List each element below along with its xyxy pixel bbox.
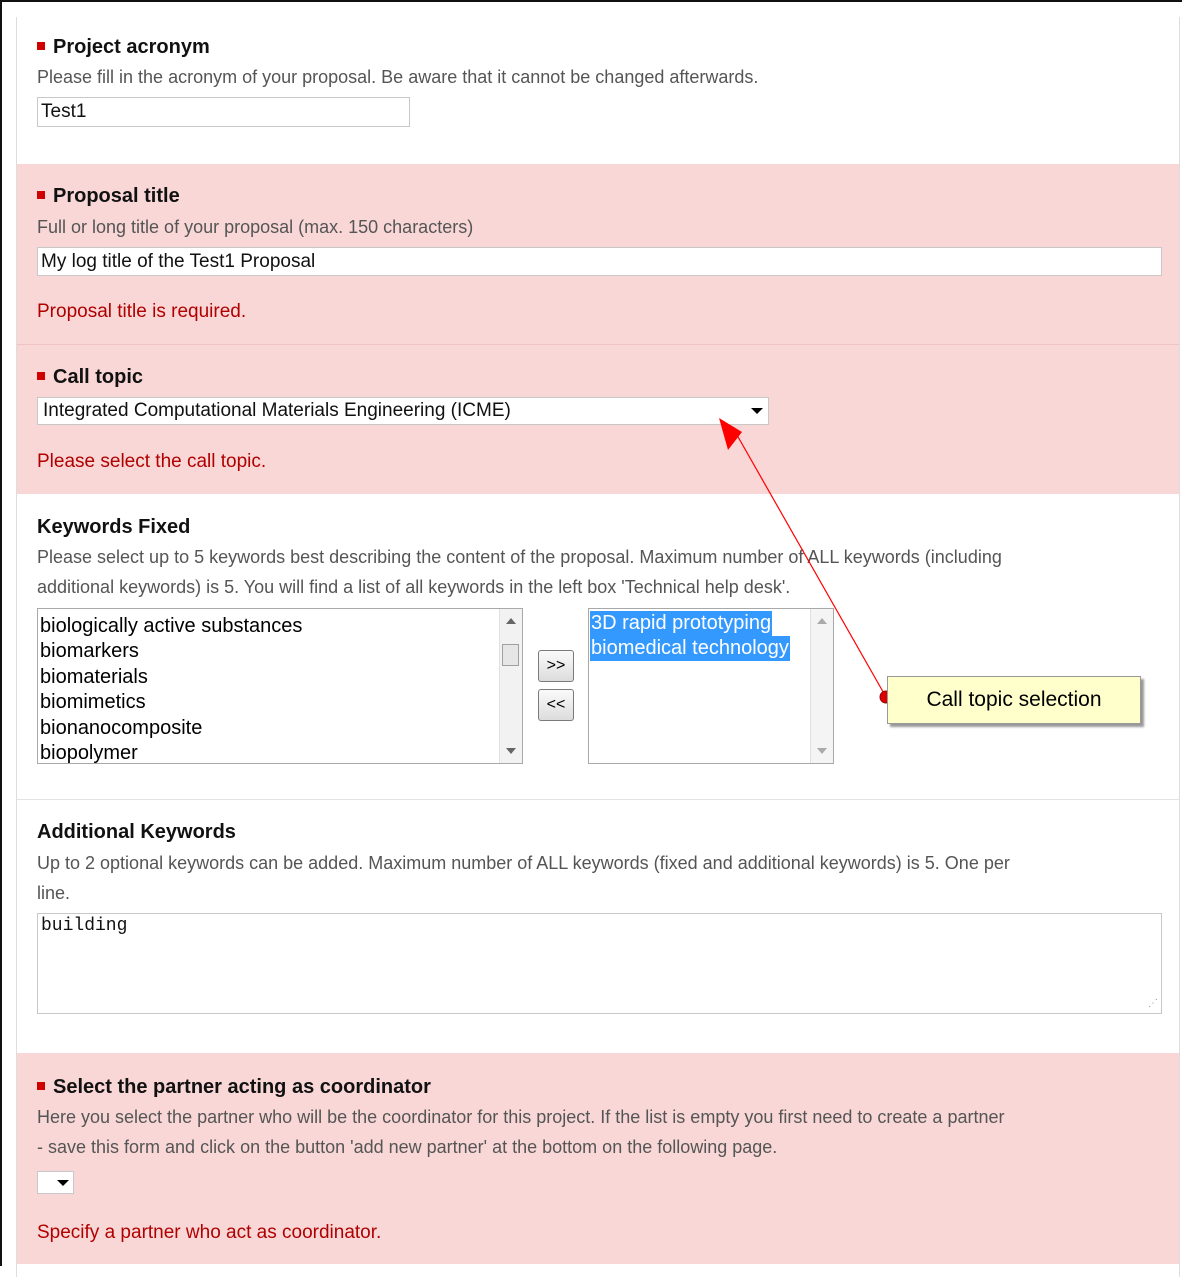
- annotation-callout: Call topic selection: [887, 676, 1141, 724]
- annotation-overlay: [719, 418, 893, 704]
- annotation-arrow-line: [732, 427, 887, 698]
- annotation-arrow-head: [719, 418, 742, 450]
